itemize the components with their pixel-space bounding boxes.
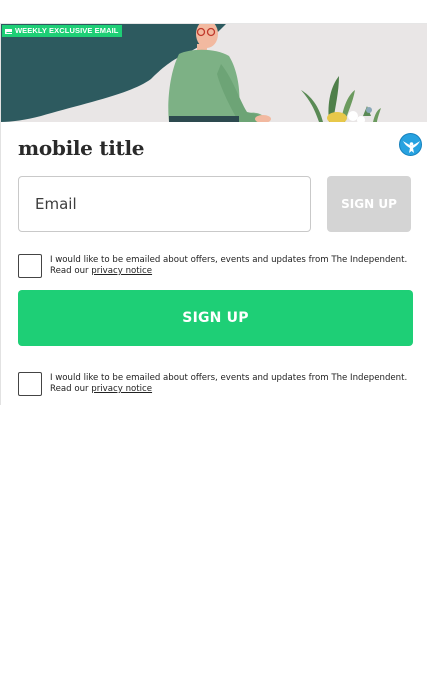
consent-row-2: I would like to be emailed about offers,… [18,372,413,396]
signup-button-secondary[interactable]: SIGN UP [327,176,411,232]
consent-checkbox-2[interactable] [18,372,42,396]
mail-icon [5,28,13,34]
top-strip [0,0,427,24]
hero-illustration-art [1,24,427,122]
consent-checkbox-1[interactable] [18,254,42,278]
signup-form: mobile title SIGN UP I would like to be … [1,122,427,405]
consent-text-1: I would like to be emailed about offers,… [50,255,410,277]
consent-text-2: I would like to be emailed about offers,… [50,373,410,395]
independent-eagle-logo [399,133,422,156]
email-input[interactable] [18,176,311,232]
badge-label: WEEKLY EXCLUSIVE EMAIL [15,26,119,35]
privacy-notice-link-2[interactable]: privacy notice [91,384,152,394]
form-title: mobile title [18,136,145,160]
weekly-exclusive-email-badge: WEEKLY EXCLUSIVE EMAIL [2,25,123,37]
privacy-notice-link-1[interactable]: privacy notice [91,266,152,276]
eagle-icon [400,134,421,155]
hero-illustration: WEEKLY EXCLUSIVE EMAIL [1,24,427,122]
newsletter-signup-widget: WEEKLY EXCLUSIVE EMAIL mobile title SIGN… [0,24,427,405]
signup-button-primary[interactable]: SIGN UP [18,290,413,346]
consent-row-1: I would like to be emailed about offers,… [18,254,413,278]
